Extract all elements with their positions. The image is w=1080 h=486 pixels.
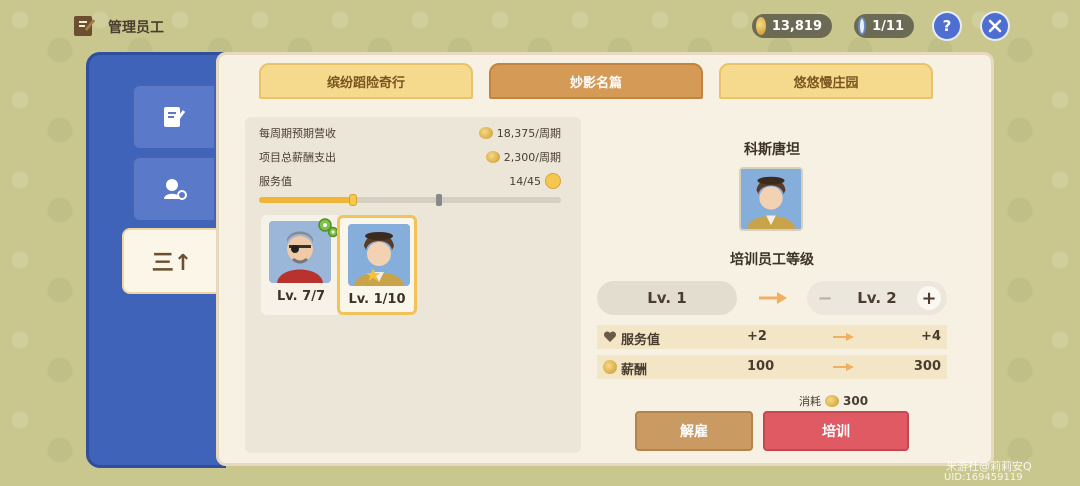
star-icon (366, 268, 380, 281)
close-icon (988, 19, 1002, 33)
staff-level: Lv. 1/10 (348, 292, 406, 307)
side-tab-staff[interactable] (132, 156, 216, 222)
train-label: 培训 (822, 424, 850, 440)
smile-icon (545, 173, 561, 189)
service-row: 服务值 14/45 (259, 173, 561, 189)
coin-icon (603, 360, 617, 374)
service-value: 14/45 (509, 174, 541, 188)
sort-up-icon: 三↑ (151, 251, 193, 276)
manage-logo-icon (74, 16, 96, 36)
compare-label: 服务值 (621, 333, 661, 348)
fire-button[interactable]: 解雇 (635, 411, 753, 451)
training-title: 培训员工等级 (730, 252, 814, 268)
compare-from: +2 (747, 329, 767, 344)
tab-label: 妙影名篇 (569, 75, 622, 91)
help-button[interactable]: ? (934, 13, 960, 39)
service-progress-knob (348, 194, 357, 206)
tab-manor[interactable]: 悠悠慢庄园 (719, 63, 933, 99)
coin-icon (825, 395, 839, 407)
help-icon: ? (942, 17, 952, 35)
weekly-revenue-label: 每周期预期营收 (259, 127, 336, 140)
tab-adventure[interactable]: 缤纷蹈险奇行 (259, 63, 473, 99)
staff-key-icon (164, 179, 187, 200)
tab-label: 缤纷蹈险奇行 (326, 75, 405, 91)
target-level-stepper: − Lv. 2 + (807, 281, 947, 315)
cost-label: 消耗 (799, 395, 821, 408)
staff-card-selected[interactable]: Lv. 1/10 (337, 215, 417, 315)
tab-famous-chapters[interactable]: 妙影名篇 (489, 63, 703, 99)
arrow-right-icon (833, 333, 854, 341)
service-label: 服务值 (259, 175, 292, 188)
top-bar: 管理员工 13,819 1/11 ? (0, 0, 1080, 52)
project-info-panel: 每周期预期营收 18,375/周期 项目总薪酬支出 2,300/周期 服务值 1… (245, 117, 581, 453)
selected-staff-portrait (739, 167, 803, 231)
salary-row: 项目总薪酬支出 2,300/周期 (259, 149, 561, 165)
salary-compare-row: 薪酬 100 300 (597, 355, 947, 379)
training-cost: 消耗 300 (799, 393, 868, 409)
watermark-uid: UID:169459119 (944, 472, 1023, 483)
cost-value: 300 (843, 394, 869, 408)
coin-counter: 13,819 (752, 14, 832, 38)
decrease-level-button[interactable]: − (813, 286, 837, 310)
main-panel: 缤纷蹈险奇行 妙影名篇 悠悠慢庄园 每周期预期营收 18,375/周期 项目总薪… (216, 52, 994, 466)
coin-icon (756, 17, 766, 35)
staff-counter: 1/11 (854, 14, 914, 38)
side-tab-manage[interactable] (132, 84, 216, 150)
staff-level: Lv. 7/7 (276, 289, 325, 304)
compare-to: 300 (913, 359, 941, 374)
service-progress-fill (259, 197, 353, 203)
side-tab-sort[interactable]: 三↑ (122, 228, 222, 294)
target-level-label: Lv. 2 (857, 289, 897, 307)
fire-label: 解雇 (680, 424, 708, 440)
compare-label: 薪酬 (621, 363, 648, 378)
coin-icon (485, 151, 500, 163)
staff-capacity-icon (858, 17, 867, 35)
current-level: Lv. 1 (597, 281, 737, 315)
tab-label: 悠悠慢庄园 (793, 75, 859, 91)
staff-name: 科斯唐坦 (744, 142, 800, 158)
staff-count-value: 1/11 (872, 18, 904, 34)
service-threshold-marker (436, 194, 442, 206)
weekly-revenue-row: 每周期预期营收 18,375/周期 (259, 125, 561, 141)
gentleman-avatar (741, 169, 801, 229)
heart-icon (603, 331, 617, 342)
service-progress-bar (259, 194, 561, 206)
gear-icon (318, 218, 339, 238)
page-title: 管理员工 (108, 20, 164, 36)
manage-icon (164, 107, 186, 127)
service-compare-row: 服务值 +2 +4 (597, 325, 947, 349)
salary-label: 项目总薪酬支出 (259, 151, 336, 164)
current-level-label: Lv. 1 (647, 289, 687, 307)
compare-to: +4 (921, 329, 941, 344)
arrow-right-icon (833, 363, 854, 371)
salary-value: 2,300/周期 (503, 151, 561, 164)
compare-from: 100 (747, 359, 775, 374)
train-button[interactable]: 培训 (763, 411, 909, 451)
arrow-right-icon (759, 292, 787, 304)
increase-level-button[interactable]: + (916, 286, 941, 310)
weekly-revenue-value: 18,375/周期 (496, 127, 561, 140)
coin-icon (478, 127, 493, 139)
close-button[interactable] (982, 13, 1008, 39)
staff-card[interactable]: Lv. 7/7 (261, 215, 341, 315)
coin-value: 13,819 (771, 18, 822, 34)
